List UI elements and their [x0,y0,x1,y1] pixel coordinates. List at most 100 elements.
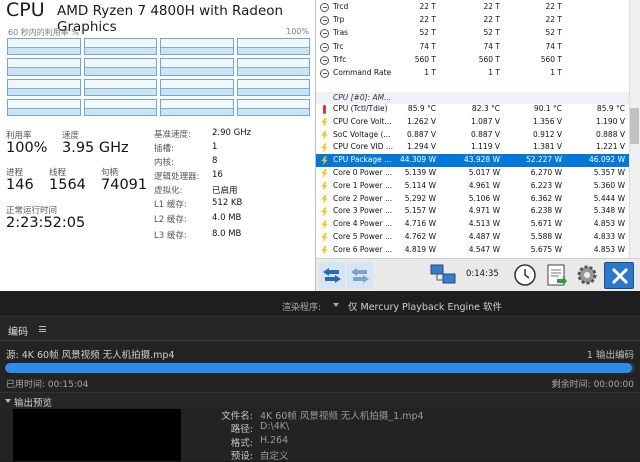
sensor-value: 5.106 W [468,193,500,203]
sensor-row[interactable]: Command Rate 1 T1 T1 T [316,67,629,80]
sensor-value: 0.887 V [407,129,436,139]
sensor-value: 560 T [540,54,562,64]
sensor-row[interactable]: CPU Core VID ... 1.294 V 1.119 V 1.381 V 1.2… [316,141,629,154]
bolt-icon [321,143,328,153]
sensor-row[interactable]: Core 1 Power ... 5.114 W 4.961 W 6.223 W 5.3… [316,180,629,193]
uptime-value: 2:23:52:05 [6,215,86,231]
report-icon[interactable] [542,262,570,289]
sensor-row[interactable]: Core 2 Power ... 5.292 W 5.106 W 6.362 W 5.4… [316,193,629,206]
sensor-row[interactable]: Core 6 Power ... 4.819 W 4.547 W 5.675 W 4.8… [316,244,629,257]
sensor-value: 22 T [545,15,562,25]
sensor-value: 5.675 W [530,244,562,254]
sensor-value: 6.238 W [530,206,562,216]
scrollbar[interactable] [629,0,640,260]
graph-label: 60 秒内的利用率 % [8,28,79,37]
sensor-row[interactable]: Trcd 22 T 22 T 22 T [316,1,629,14]
core-graph [83,78,157,96]
core-graph [160,78,234,96]
sensor-row[interactable]: CPU (Tctl/Tdie) 85.9 °C 82.3 °C 90.1 °C 85.9… [316,103,629,116]
remaining-time: 剩余时间: 00:00:00 [551,380,634,390]
core-graph [160,98,234,116]
sensor-row[interactable]: Core 0 Power ... 5.139 W 5.017 W 6.270 W 5.3… [316,167,629,180]
sensor-value: 6.362 W [530,193,562,203]
sensor-value: 5.360 W [593,180,625,190]
sensor-row[interactable]: CPU Core Volt... 1.262 V 1.087 V 1.356 V 1.1… [316,116,629,129]
spec-value: 已启用 [212,186,238,196]
sensor-value: 1 T [550,68,562,77]
sensor-value: 5.139 W [404,168,436,177]
sensor-value: 4.853 W [593,219,625,229]
sensor-row[interactable]: Core 3 Power ... 5.157 W 4.971 W 6.238 W 5.3… [316,205,629,218]
bolt-icon [321,245,328,255]
clock-icon[interactable] [511,262,539,289]
sensor-value: 4.547 W [468,244,500,254]
scrollbar-thumb[interactable] [630,108,639,144]
sensor-value: 6.223 W [530,180,562,190]
sensor-row[interactable]: Core 5 Power ... 4.762 W 4.487 W 5.588 W 4.8… [316,231,629,244]
spec-label: L2 缓存: [154,215,187,225]
sensor-row[interactable]: SoC Voltage (... 0.887 V 0.887 V 0.912 V 0.8… [316,129,629,142]
close-icon[interactable] [604,262,634,289]
sensor-value: 46.092 W [588,155,625,165]
preview-thumbnail [13,409,181,461]
collapse-caret-icon[interactable] [5,399,11,403]
processes-value: 146 [6,177,34,193]
detail-value: D:\4K\ [260,421,290,432]
detail-value: H.264 [260,435,289,446]
bolt-icon [321,130,328,140]
sensor-row[interactable]: Trc 74 T 74 T 74 T [316,41,629,54]
sensor-value: 90.1 °C [533,104,562,113]
sensor-value: 560 T [414,54,436,64]
chevron-down-icon[interactable] [333,303,339,307]
encode-progress-bar [5,363,635,373]
arrows-left-icon[interactable] [319,262,345,289]
sensor-value: 52 T [483,28,500,38]
spec-value: 4.0 MB [212,213,242,223]
detail-label: 文件名: [221,411,253,422]
sensor-value: 4.833 W [593,232,625,241]
core-graph [83,58,157,76]
sensor-group-header[interactable]: CPU [#0]: AM... [316,92,629,104]
spec-label: 内核: [154,158,174,168]
detail-label: 路径: [230,424,253,435]
tab-encoding[interactable]: 编码 [8,323,28,338]
utilization-value: 100% [6,140,48,156]
sensor-row[interactable]: Tras 52 T 52 T 52 T [316,27,629,40]
sensor-value: 22 T [483,15,500,25]
media-encoder-panel: 渲染程序: 仅 Mercury Playback Engine 软件 编码 源:… [0,291,640,462]
sensor-value: 4.971 W [468,206,500,216]
source-file: 源: 4K 60帧 风景视频 无人机拍摄.mp4 [6,350,175,361]
sensor-value: 1.087 V [471,116,500,126]
panel-menu-icon[interactable] [39,326,46,332]
spec-value: 8.0 MB [212,229,242,239]
handles-value: 74091 [101,177,148,193]
spec-label: 逻辑处理器: [154,172,200,182]
sensor-row[interactable]: CPU Package ... 44.309 W 43.928 W 52.227 W4… [316,154,629,168]
output-preview-header[interactable]: 输出预览 [0,392,640,409]
sensor-value: 22 T [545,2,562,11]
sensor-value: 5.157 W [404,206,436,216]
sensor-row[interactable]: Core 4 Power ... 4.716 W 4.513 W 5.671 W 4.8… [316,218,629,231]
arrows-right-icon[interactable] [347,262,373,289]
core-graph [160,38,234,56]
sensor-value: 4.513 W [468,219,500,229]
sensor-row[interactable]: Trfc 560 T 560 T 560 T [316,54,629,67]
page-title: CPU [6,0,45,21]
settings-gear-icon[interactable] [573,262,601,289]
sensor-row[interactable]: Trp 22 T 22 T 22 T [316,14,629,27]
renderer-select[interactable]: 仅 Mercury Playback Engine 软件 [348,299,502,313]
cpu-core-graphs [7,38,310,116]
sensor-value: 1.221 V [596,142,625,152]
core-graph [160,58,234,76]
output-count: 1 输出编码 [586,350,634,361]
panel-tab-bar: 编码 [0,317,640,341]
graph-max-label: 100% [286,27,309,36]
sensor-value: 4.961 W [468,180,500,190]
sensor-value: 5.444 W [593,193,625,203]
sensor-value: 4.819 W [404,244,436,254]
spec-label: L3 缓存: [154,231,187,241]
network-icon[interactable] [428,262,458,289]
spec-value: 512 KB [212,198,243,208]
sensor-value: 1 T [424,68,436,77]
sensor-value: 22 T [483,2,500,11]
